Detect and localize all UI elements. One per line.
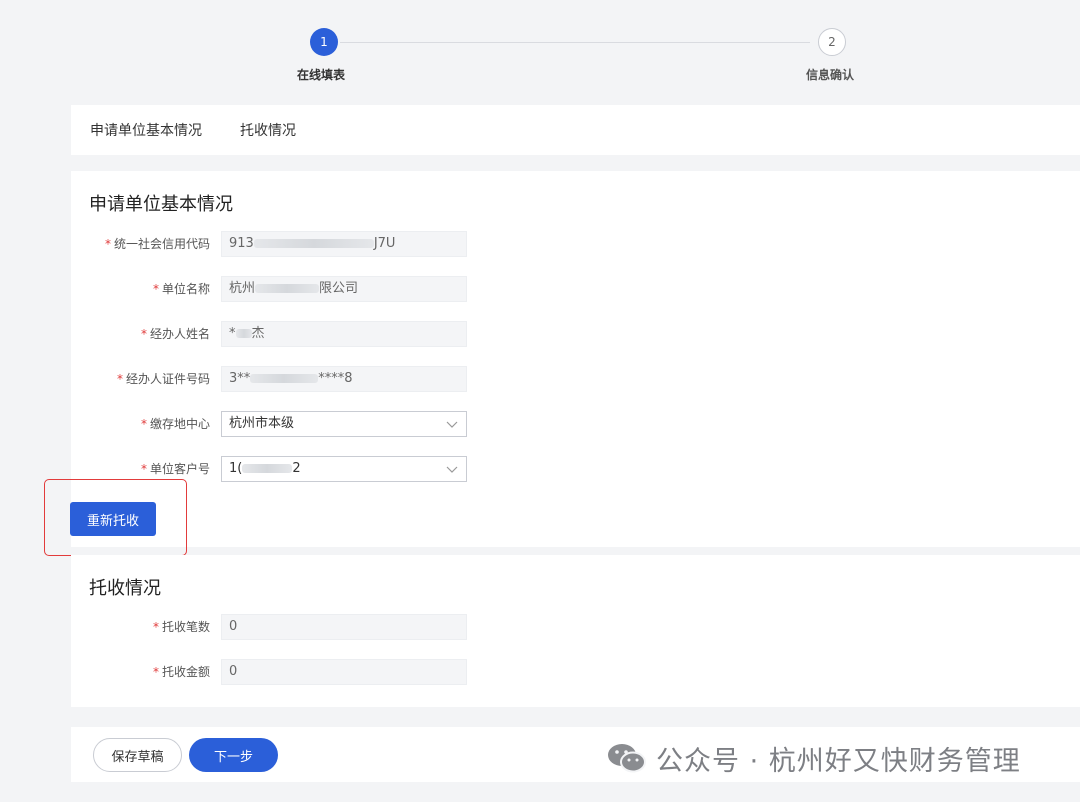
field-label: * 托收笔数 — [152, 620, 210, 634]
redaction-blur — [235, 329, 252, 338]
field-label: * 经办人姓名 — [140, 327, 210, 341]
field-row-operator-name: * 经办人姓名 * 杰 — [71, 321, 491, 347]
watermark-text: 公众号 · 杭州好又快财务管理 — [656, 745, 1021, 777]
chevron-down-icon — [446, 421, 458, 428]
customer-no-select[interactable]: 1(2 — [221, 456, 467, 482]
chevron-down-icon — [446, 466, 458, 473]
redaction-blur — [253, 239, 374, 248]
operator-name-field[interactable]: * 杰 — [221, 321, 467, 347]
step-1-indicator: 1 — [310, 28, 338, 56]
tab-basic-info[interactable]: 申请单位基本情况 — [90, 120, 202, 140]
next-step-button[interactable]: 下一步 — [189, 738, 278, 772]
wechat-icon — [608, 744, 646, 773]
collection-amount-field[interactable]: 0 — [221, 659, 467, 685]
credit-code-field[interactable]: 913 J7U — [221, 231, 467, 257]
step-2-indicator: 2 — [818, 28, 846, 56]
field-label: * 经办人证件号码 — [116, 372, 210, 386]
section-tabs: 申请单位基本情况 托收情况 — [71, 105, 1080, 155]
redaction-blur — [255, 284, 320, 293]
step-connector — [340, 42, 810, 43]
operator-id-field[interactable]: 3** ****8 — [221, 366, 467, 392]
save-draft-button[interactable]: 保存草稿 — [93, 738, 182, 772]
center-select[interactable]: 杭州市本级 — [221, 411, 467, 437]
field-row-operator-id: * 经办人证件号码 3** ****8 — [71, 366, 491, 392]
redaction-blur — [250, 374, 319, 383]
redaction-blur — [242, 464, 293, 473]
rebill-button[interactable]: 重新托收 — [70, 502, 156, 536]
collection-count-field[interactable]: 0 — [221, 614, 467, 640]
field-label: * 缴存地中心 — [140, 417, 210, 431]
field-label: * 托收金额 — [152, 665, 210, 679]
field-row-credit-code: * 统一社会信用代码 913 J7U — [71, 231, 491, 257]
watermark: 公众号 · 杭州好又快财务管理 — [606, 738, 1021, 778]
field-row-collection-count: * 托收笔数 0 — [71, 614, 491, 640]
field-row-collection-amount: * 托收金额 0 — [71, 659, 491, 685]
section-title-basic: 申请单位基本情况 — [89, 194, 233, 215]
progress-stepper: 1 2 在线填表 信息确认 — [0, 0, 1080, 100]
field-row-unit-name: * 单位名称 杭州 限公司 — [71, 276, 491, 302]
collection-panel: 托收情况 * 托收笔数 0 * 托收金额 0 — [71, 555, 1080, 707]
section-title-collection: 托收情况 — [89, 578, 161, 599]
basic-info-panel: 申请单位基本情况 * 统一社会信用代码 913 J7U * 单位名称 杭州 限公司 * 经… — [71, 171, 1080, 547]
field-row-center: * 缴存地中心 杭州市本级 — [71, 411, 491, 437]
tab-collection[interactable]: 托收情况 — [240, 120, 296, 140]
step-2-label: 信息确认 — [806, 68, 855, 82]
field-label: * 单位名称 — [152, 282, 210, 296]
step-1-label: 在线填表 — [297, 68, 346, 82]
field-label: * 统一社会信用代码 — [104, 237, 210, 251]
unit-name-field[interactable]: 杭州 限公司 — [221, 276, 467, 302]
